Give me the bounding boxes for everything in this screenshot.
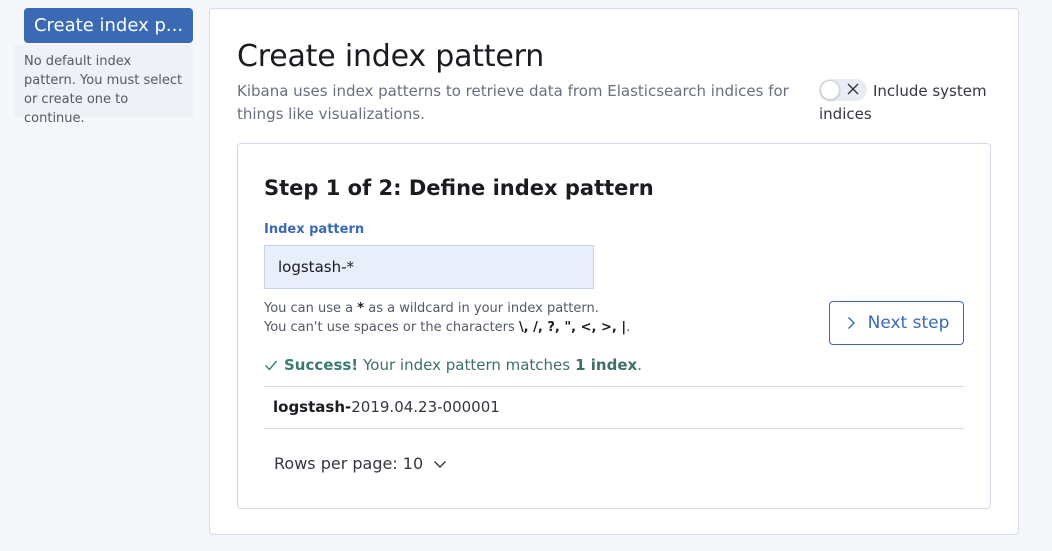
rows-per-page-selector[interactable]: Rows per page: 10 <box>274 454 447 473</box>
toggle-knob <box>820 79 840 100</box>
help-line-wildcard: You can use a * as a wildcard in your in… <box>264 299 630 318</box>
main-panel: Create index pattern Kibana uses index p… <box>209 8 1019 535</box>
create-index-pattern-label: Create index p... <box>33 15 184 36</box>
index-pattern-label: Index pattern <box>264 222 365 237</box>
rows-per-page-label: Rows per page: 10 <box>274 454 424 473</box>
define-pattern-card: Step 1 of 2: Define index pattern Index … <box>237 143 991 509</box>
success-end: . <box>637 356 642 374</box>
page-description: Kibana uses index patterns to retrieve d… <box>237 82 789 123</box>
table-divider <box>264 428 964 429</box>
success-label: Success! <box>284 356 359 374</box>
next-step-button[interactable]: Next step <box>829 301 964 345</box>
help-text: You can use a <box>264 301 358 316</box>
chevron-down-icon <box>434 460 447 468</box>
no-default-pattern-note: No default index pattern. You must selec… <box>14 45 193 126</box>
help-invalid-chars: \, /, ?, ", <, >, | <box>518 320 627 335</box>
cross-icon <box>847 83 859 94</box>
table-divider <box>264 386 964 387</box>
success-text: Your index pattern matches <box>363 356 571 374</box>
success-count: 1 index <box>575 356 638 374</box>
index-pattern-input[interactable]: logstash-* <box>264 245 594 289</box>
index-pattern-help: You can use a * as a wildcard in your in… <box>264 299 630 337</box>
kibana-page: Create index p... No default index patte… <box>0 0 1052 551</box>
check-icon <box>265 360 278 371</box>
create-index-pattern-button[interactable]: Create index p... <box>24 8 193 43</box>
step-title: Step 1 of 2: Define index pattern <box>264 176 654 200</box>
help-text: You can't use spaces or the characters <box>264 320 519 335</box>
page-title: Create index pattern <box>237 39 545 74</box>
index-name-suffix: 2019.04.23-000001 <box>351 398 500 416</box>
next-step-label: Next step <box>867 313 950 333</box>
success-message: Success! Your index pattern matches 1 in… <box>264 356 642 374</box>
include-system-indices-control: Include system indices <box>819 78 1009 126</box>
help-line-characters: You can't use spaces or the characters \… <box>264 318 630 337</box>
help-text: as a wildcard in your index pattern. <box>364 301 599 316</box>
chevron-right-icon <box>847 317 855 329</box>
index-name-prefix: logstash- <box>273 398 352 416</box>
index-pattern-value: logstash-* <box>278 258 354 276</box>
help-text: . <box>626 320 631 335</box>
matching-index-row: logstash-2019.04.23-000001 <box>273 398 500 416</box>
include-system-indices-toggle[interactable] <box>819 78 867 101</box>
